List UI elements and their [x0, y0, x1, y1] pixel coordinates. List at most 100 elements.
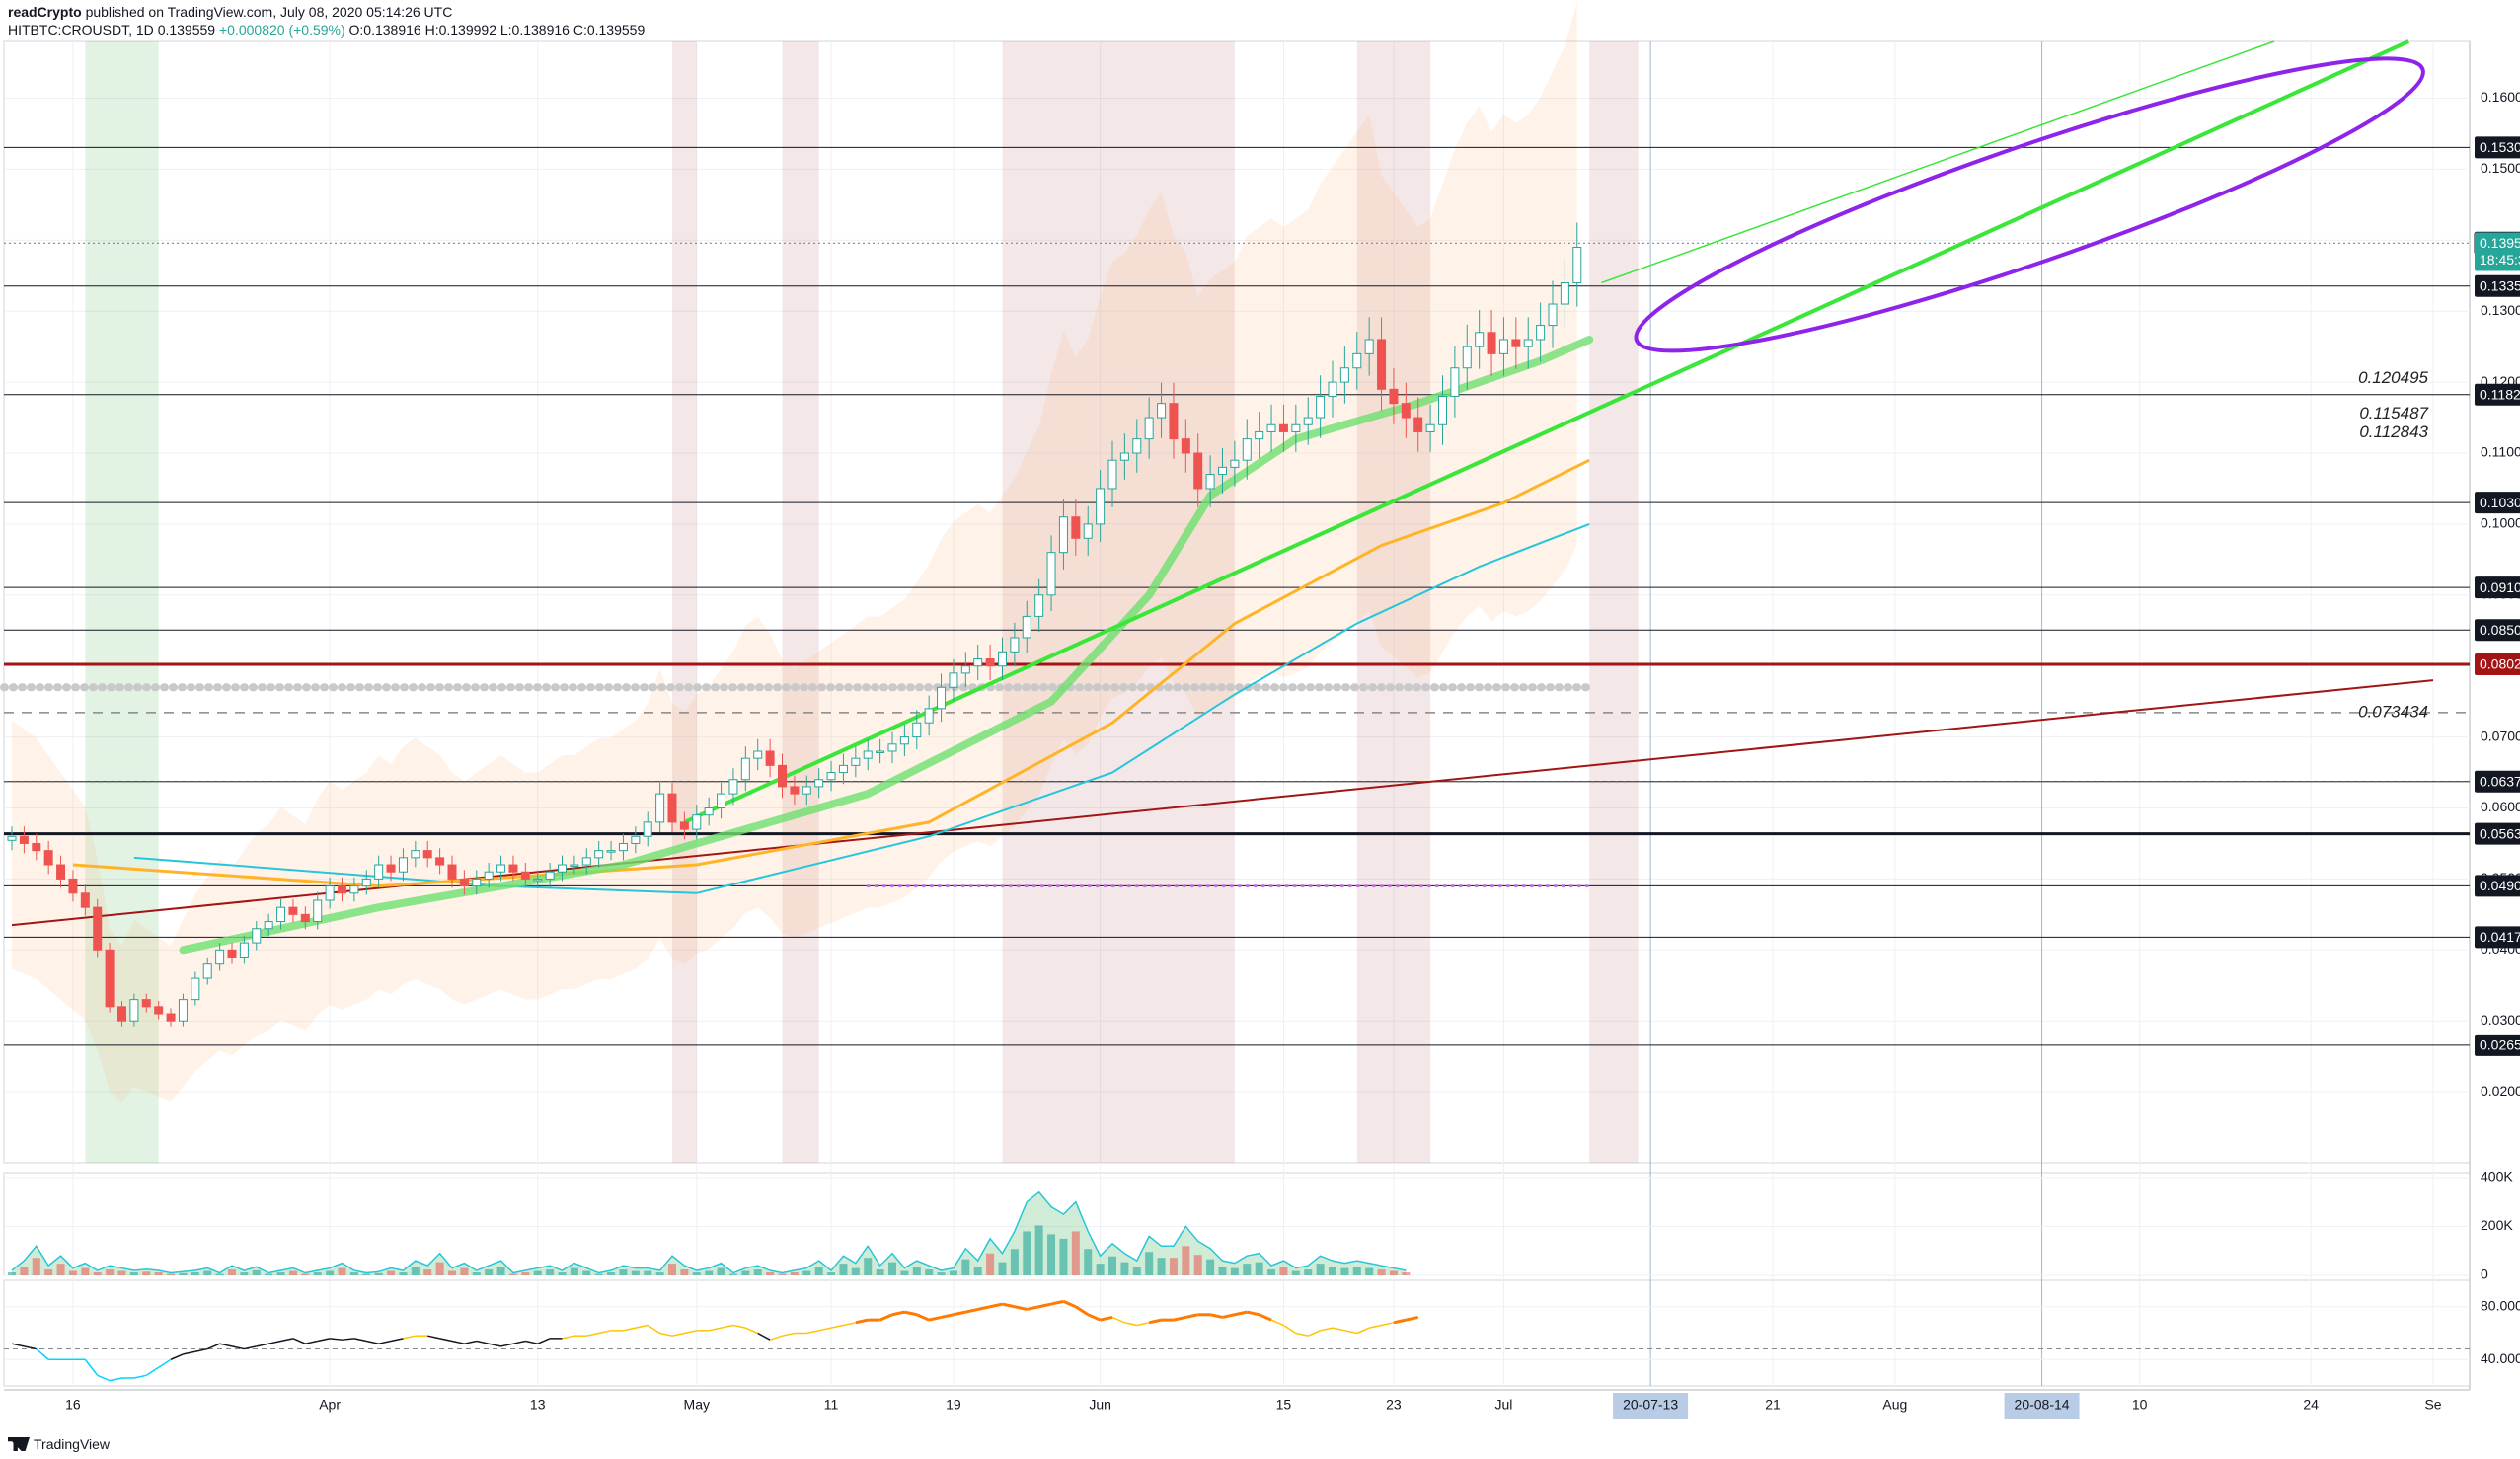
volume-bar [1120, 1262, 1129, 1275]
price-chart[interactable]: 0.1600000.1500000.1400000.1300000.120000… [0, 0, 2520, 1459]
candle-body [264, 921, 273, 930]
candle-body [960, 665, 970, 674]
candle-body [1316, 395, 1326, 419]
candle-body [581, 857, 591, 866]
volume-tick-label: 0 [2481, 1267, 2488, 1282]
candle-body [411, 850, 420, 859]
candle-body [166, 1013, 176, 1022]
candle-body [985, 658, 995, 667]
candle-body [300, 913, 310, 923]
volume-bar [790, 1272, 799, 1275]
candle-body [1010, 637, 1020, 653]
volume-bar [594, 1273, 603, 1275]
candle-body [472, 878, 482, 887]
volume-bar [1304, 1269, 1313, 1275]
volume-bar [839, 1264, 848, 1275]
candle-body [1119, 452, 1129, 461]
volume-bar [374, 1272, 383, 1275]
price-badge-label: 0.056368 [2480, 825, 2520, 841]
volume-bar [533, 1270, 542, 1275]
candle-body [570, 864, 579, 868]
candle-body [1132, 438, 1142, 454]
candle-body [80, 892, 90, 908]
candle-body [1205, 474, 1215, 490]
price-badge-label: 0.085072 [2480, 622, 2520, 638]
volume-bar [288, 1270, 297, 1275]
candle-body [1022, 615, 1031, 639]
volume-bar [142, 1271, 151, 1275]
volume-bar [313, 1272, 322, 1275]
candle-body [1536, 325, 1546, 341]
volume-bar [338, 1267, 346, 1275]
volume-bar [1402, 1272, 1411, 1275]
candle-body [386, 864, 396, 873]
volume-bar [570, 1267, 578, 1275]
candle-body [667, 793, 677, 823]
candle-body [1413, 417, 1423, 432]
candle-body [7, 835, 17, 841]
volume-bar [1389, 1270, 1398, 1275]
candle-body [790, 786, 800, 795]
volume-bar [655, 1272, 664, 1275]
price-badge-label: 18:45:36 [2480, 252, 2520, 268]
tradingview-logo-text: TradingView [34, 1436, 111, 1452]
candle-body [899, 736, 909, 745]
volume-tick-label: 200K [2481, 1217, 2513, 1233]
candle-body [594, 850, 604, 859]
volume-bar [1291, 1270, 1300, 1275]
candle-body [1083, 523, 1093, 539]
volume-bar [900, 1270, 909, 1275]
price-badge-label: 0.080232 [2480, 656, 2520, 672]
volume-bar [276, 1272, 285, 1275]
volume-bar [827, 1272, 836, 1275]
candle-body [851, 757, 861, 766]
volume-bar [925, 1269, 934, 1275]
volume-bar [961, 1259, 970, 1275]
candle-body [1058, 516, 1068, 554]
candle-body [826, 772, 836, 781]
time-tick-label: 11 [824, 1397, 839, 1413]
volume-bar [93, 1272, 102, 1275]
volume-bar [485, 1269, 494, 1275]
candle-body [508, 864, 518, 873]
candle-body [1291, 423, 1301, 432]
price-badge-label: 0.049032 [2480, 878, 2520, 893]
level-label: 0.115487 [2359, 404, 2428, 422]
candle-body [1364, 339, 1374, 354]
volume-bar [1267, 1269, 1276, 1275]
candle-body [1523, 339, 1533, 347]
time-tick-label: 23 [1386, 1397, 1402, 1413]
price-tick-label: 0.030000 [2481, 1012, 2520, 1028]
volume-bar [973, 1267, 982, 1275]
highlight-band [782, 41, 819, 1163]
volume-bar [448, 1270, 456, 1275]
tradingview-logo[interactable]: TradingView [8, 1436, 110, 1452]
volume-bar [717, 1267, 725, 1275]
price-badge-label: 0.041797 [2480, 929, 2520, 945]
tradingview-logo-icon [8, 1437, 30, 1451]
volume-bar [1157, 1258, 1166, 1275]
candle-body [643, 821, 652, 837]
time-tick-label: Se [2424, 1397, 2441, 1413]
candle-body [141, 999, 151, 1008]
volume-bar [1193, 1255, 1202, 1275]
volume-bar [692, 1272, 701, 1275]
candle-body [227, 949, 237, 958]
volume-bar [705, 1270, 714, 1275]
price-tick-label: 0.130000 [2481, 302, 2520, 318]
volume-bar [644, 1270, 652, 1275]
volume-bar [362, 1273, 371, 1275]
candle-body [1034, 594, 1044, 617]
volume-bar [252, 1269, 261, 1275]
volume-bar [1243, 1264, 1252, 1275]
candle-body [887, 743, 897, 752]
volume-bar [546, 1269, 555, 1275]
volume-bar [1108, 1256, 1116, 1275]
candle-body [338, 885, 346, 894]
candle-body [1438, 395, 1447, 425]
time-tick-label: 19 [946, 1397, 961, 1413]
candle-body [1266, 423, 1276, 432]
candle-body [1278, 423, 1288, 432]
volume-bar [496, 1267, 505, 1275]
candle-body [313, 899, 323, 923]
